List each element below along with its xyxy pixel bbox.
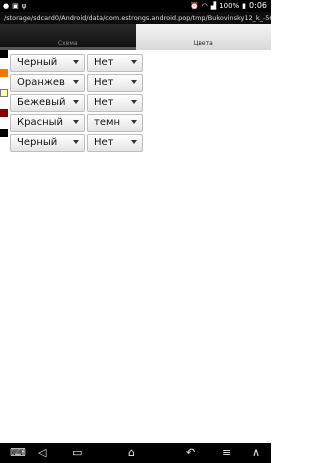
alarm-icon: ⏰ — [189, 1, 199, 10]
color-dropdown[interactable]: Черный — [10, 134, 85, 152]
shade-dropdown[interactable]: Нет — [87, 54, 143, 72]
chevron-down-icon — [73, 140, 79, 144]
wifi-icon: ◠ — [201, 1, 208, 10]
color-dropdown[interactable]: Оранжев — [10, 74, 85, 92]
color-dropdown[interactable]: Черный — [10, 54, 85, 72]
file-path-title: /storage/sdcard0/Android/data/com.estron… — [0, 12, 271, 24]
color-dropdown-label: Красный — [17, 117, 64, 128]
shade-dropdown-label: Нет — [94, 137, 114, 148]
chevron-down-icon — [131, 60, 137, 64]
back-icon[interactable]: ◁ — [38, 447, 46, 459]
menu-icon[interactable]: ≡ — [222, 447, 231, 459]
chevron-down-icon — [131, 120, 137, 124]
up-icon[interactable]: ∧ — [252, 447, 260, 459]
tab-bar: Схема Цвета — [0, 24, 271, 50]
chevron-down-icon — [73, 120, 79, 124]
shade-dropdown[interactable]: темн — [87, 114, 143, 132]
home-icon[interactable]: ⌂ — [128, 447, 135, 459]
shade-dropdown[interactable]: Нет — [87, 74, 143, 92]
keyboard-icon[interactable]: ⌨ — [10, 447, 26, 459]
shade-dropdown[interactable]: Нет — [87, 134, 143, 152]
chevron-down-icon — [131, 140, 137, 144]
shade-dropdown-label: темн — [94, 117, 121, 128]
chevron-down-icon — [73, 100, 79, 104]
color-dropdown-label: Бежевый — [17, 97, 66, 108]
color-dropdown[interactable]: Бежевый — [10, 94, 85, 112]
recent-apps-icon[interactable]: ▭ — [72, 447, 82, 459]
chevron-down-icon — [73, 60, 79, 64]
color-swatch — [0, 129, 8, 137]
color-swatch — [0, 50, 8, 58]
chevron-down-icon — [131, 100, 137, 104]
signal-icon: ▟ — [210, 1, 217, 10]
image-icon: ▣ — [12, 2, 19, 10]
tab-scheme[interactable]: Схема — [0, 24, 136, 50]
usb-icon: ψ — [21, 2, 27, 10]
chevron-down-icon — [73, 80, 79, 84]
navigation-bar: ⌨ ◁ ▭ ⌂ ↶ ≡ ∧ — [0, 443, 271, 463]
color-swatch — [0, 89, 8, 97]
battery-percent: 100% — [219, 1, 240, 10]
shade-dropdown-label: Нет — [94, 97, 114, 108]
shade-dropdown-label: Нет — [94, 77, 114, 88]
color-swatch — [0, 69, 8, 77]
color-swatch — [0, 109, 8, 117]
chevron-down-icon — [131, 80, 137, 84]
color-dropdown-label: Оранжев — [17, 77, 65, 88]
battery-icon: ▮ — [242, 1, 247, 10]
color-dropdown-label: Черный — [17, 57, 58, 68]
status-time: 0:06 — [249, 1, 267, 10]
shade-dropdown[interactable]: Нет — [87, 94, 143, 112]
back-arrow-icon[interactable]: ↶ — [186, 447, 195, 459]
status-bar: ● ▣ ψ ⏰ ◠ ▟ 100% ▮ 0:06 — [0, 0, 271, 12]
tab-colors[interactable]: Цвета — [135, 24, 271, 50]
notification-icon: ● — [3, 2, 10, 10]
shade-dropdown-label: Нет — [94, 57, 114, 68]
color-dropdown[interactable]: Красный — [10, 114, 85, 132]
color-dropdown-label: Черный — [17, 137, 58, 148]
